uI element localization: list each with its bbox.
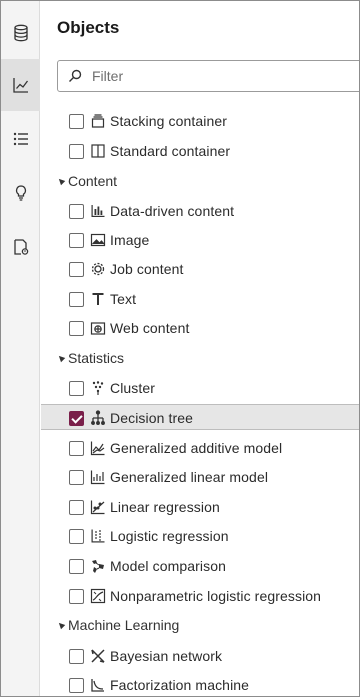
checkbox-checked[interactable]	[69, 411, 84, 426]
item-label: Logistic regression	[110, 528, 229, 544]
group-label: Machine Learning	[68, 617, 180, 633]
item-label: Data-driven content	[110, 203, 235, 219]
item-label: Decision tree	[110, 410, 194, 426]
item-label: Image	[110, 232, 150, 248]
checkbox[interactable]	[69, 292, 84, 307]
group-label: Content	[68, 173, 118, 189]
generalized-linear-model-icon	[90, 470, 105, 485]
list-item-stacking-container[interactable]: Stacking container	[41, 108, 359, 134]
linear-regression-icon	[90, 500, 105, 515]
checkbox[interactable]	[69, 649, 84, 664]
item-label: Model comparison	[110, 558, 226, 574]
list-item-generalized-additive-model[interactable]: Generalized additive model	[41, 435, 359, 461]
suggestions-tab-button[interactable]	[1, 167, 40, 219]
list-item-text[interactable]: Text	[41, 286, 359, 312]
checkbox[interactable]	[69, 262, 84, 277]
suggestions-icon	[15, 185, 26, 201]
item-label: Bayesian network	[110, 648, 223, 664]
item-label: Generalized additive model	[110, 440, 283, 456]
list-item-cluster[interactable]: Cluster	[41, 375, 359, 401]
collapse-triangle-icon[interactable]	[56, 620, 66, 630]
list-item-image[interactable]: Image	[41, 227, 359, 253]
data-driven-content-icon	[91, 205, 105, 217]
item-label: Linear regression	[110, 499, 220, 515]
list-item-data-driven-content[interactable]: Data-driven content	[41, 198, 359, 224]
item-label: Generalized linear model	[110, 469, 269, 485]
group-content[interactable]: Content	[41, 170, 359, 194]
item-label: Job content	[110, 261, 184, 277]
checkbox[interactable]	[69, 204, 84, 219]
list-item-linear-regression[interactable]: Linear regression	[41, 494, 359, 520]
logistic-regression-icon	[91, 529, 105, 543]
stacking-container-icon	[91, 114, 105, 128]
checkbox[interactable]	[69, 500, 84, 515]
list-item-generalized-linear-model[interactable]: Generalized linear model	[41, 464, 359, 490]
page-options-icon	[13, 239, 28, 255]
checkbox[interactable]	[69, 381, 84, 396]
checkbox[interactable]	[69, 114, 84, 129]
checkbox[interactable]	[69, 441, 84, 456]
list-item-standard-container[interactable]: Standard container	[41, 138, 359, 164]
factorization-machine-icon	[91, 679, 104, 692]
list-item-factorization-machine[interactable]: Factorization machine	[41, 672, 359, 696]
item-label: Standard container	[110, 143, 231, 159]
job-content-icon	[91, 262, 105, 276]
checkbox[interactable]	[69, 470, 84, 485]
decision-tree-icon	[91, 410, 105, 425]
objects-pane: Objects Stacking container Standard cont…	[41, 1, 359, 696]
standard-container-icon	[91, 144, 105, 158]
image-icon	[90, 233, 106, 247]
checkbox[interactable]	[69, 589, 84, 604]
pane-title: Objects	[57, 18, 120, 37]
objects-tab-button[interactable]	[1, 59, 40, 111]
model-comparison-icon	[92, 560, 104, 573]
list-item-decision-tree[interactable]: Decision tree	[41, 404, 359, 430]
nonparametric-logistic-regression-icon	[90, 588, 106, 604]
collapse-triangle-icon[interactable]	[56, 353, 66, 363]
side-rail	[1, 1, 40, 696]
collapse-triangle-icon[interactable]	[56, 176, 66, 186]
text-icon	[92, 293, 104, 305]
filter-box[interactable]	[57, 60, 359, 92]
outline-tab-button[interactable]	[1, 113, 40, 165]
checkbox[interactable]	[69, 678, 84, 693]
web-content-icon	[90, 322, 106, 335]
search-icon	[69, 69, 82, 82]
list-item-job-content[interactable]: Job content	[41, 256, 359, 282]
objects-icon	[12, 78, 28, 93]
checkbox[interactable]	[69, 529, 84, 544]
list-item-web-content[interactable]: Web content	[41, 315, 359, 341]
data-tab-button[interactable]	[1, 7, 40, 59]
list-item-bayesian-network[interactable]: Bayesian network	[41, 643, 359, 669]
item-label: Stacking container	[110, 113, 227, 129]
checkbox[interactable]	[69, 321, 84, 336]
data-icon	[13, 24, 28, 42]
item-label: Nonparametric logistic regression	[110, 588, 322, 604]
checkbox[interactable]	[69, 144, 84, 159]
group-label: Statistics	[68, 350, 125, 366]
item-label: Text	[110, 291, 137, 307]
checkbox[interactable]	[69, 559, 84, 574]
generalized-additive-model-icon	[90, 441, 105, 456]
group-machine-learning[interactable]: Machine Learning	[41, 614, 359, 638]
item-label: Factorization machine	[110, 677, 250, 693]
filter-input[interactable]	[92, 66, 352, 86]
list-item-logistic-regression[interactable]: Logistic regression	[41, 523, 359, 549]
list-item-nonparametric-logistic-regression[interactable]: Nonparametric logistic regression	[41, 583, 359, 609]
item-label: Cluster	[110, 380, 156, 396]
bayesian-network-icon	[91, 649, 105, 663]
page-options-tab-button[interactable]	[1, 221, 40, 273]
list-item-model-comparison[interactable]: Model comparison	[41, 553, 359, 579]
group-statistics[interactable]: Statistics	[41, 347, 359, 371]
item-label: Web content	[110, 320, 190, 336]
outline-icon	[13, 132, 28, 146]
checkbox[interactable]	[69, 233, 84, 248]
cluster-icon	[92, 381, 104, 395]
